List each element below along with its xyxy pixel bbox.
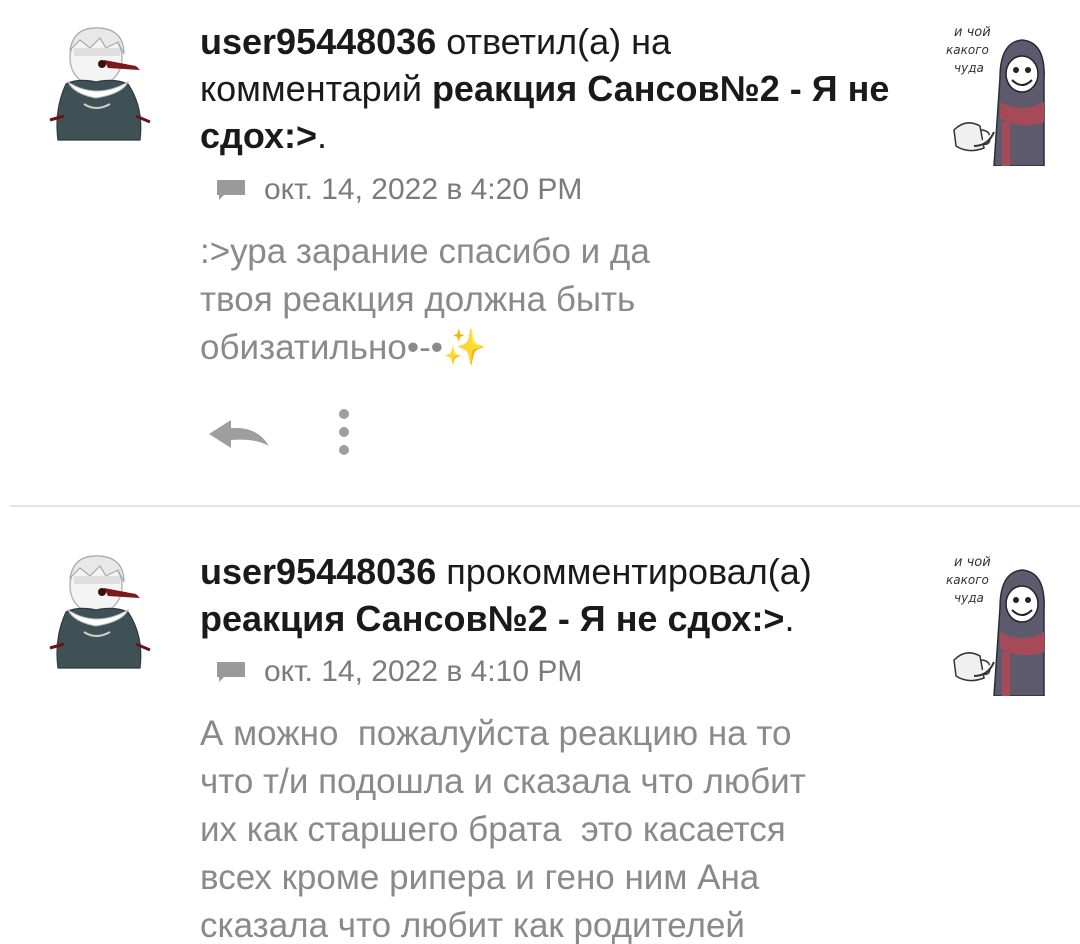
- notification-headline: user95448036 прокомментировал(а) реакция…: [200, 548, 900, 642]
- notification-item[interactable]: user95448036 ответил(а) на комментарий р…: [0, 0, 1080, 505]
- notifications-page: user95448036 ответил(а) на комментарий р…: [0, 0, 1080, 944]
- notification-meta: окт. 14, 2022 в 4:20 PM: [216, 172, 582, 208]
- sparkles-emoji: ✨: [443, 328, 487, 367]
- user-avatar[interactable]: [44, 20, 156, 150]
- thumbnail-caption-line2: какого: [946, 43, 989, 57]
- thumbnail-caption-line1: и чой: [954, 25, 991, 40]
- thumbnail-caption-line3: чуда: [954, 591, 984, 605]
- comment-icon: [217, 662, 245, 682]
- post-thumbnail[interactable]: и чой какого чуда: [944, 548, 1050, 696]
- thumbnail-caption-line1: и чой: [954, 555, 991, 570]
- username-link[interactable]: user95448036: [200, 551, 436, 592]
- username-link[interactable]: user95448036: [200, 21, 436, 62]
- trailing-punct: .: [317, 115, 328, 156]
- comment-text: :>ура зарание спасибо и да твоя реакция …: [200, 228, 920, 372]
- comment-icon: [217, 180, 245, 200]
- thumbnail-caption-line3: чуда: [954, 61, 984, 75]
- user-avatar[interactable]: [44, 548, 156, 678]
- comment-actions: [205, 404, 365, 460]
- comment-text: А можно пожалуйста реакцию на то что т/и…: [200, 714, 806, 944]
- notification-headline: user95448036 ответил(а) на комментарий р…: [200, 18, 900, 159]
- timestamp: окт. 14, 2022 в 4:10 PM: [264, 655, 583, 688]
- timestamp: окт. 14, 2022 в 4:20 PM: [264, 173, 583, 206]
- comment-text-body: :>ура зарание спасибо и да твоя реакция …: [200, 232, 650, 367]
- notification-item[interactable]: user95448036 прокомментировал(а) реакция…: [0, 506, 1080, 944]
- action-text: прокомментировал(а): [436, 551, 812, 592]
- reply-icon[interactable]: [205, 414, 275, 454]
- post-title-link[interactable]: реакция Сансов№2 - Я не сдох:>: [200, 598, 784, 639]
- more-options-icon[interactable]: [333, 406, 355, 458]
- notification-meta: окт. 14, 2022 в 4:10 PM: [216, 654, 582, 690]
- thumbnail-caption-line2: какого: [946, 573, 989, 587]
- post-thumbnail[interactable]: и чой какого чуда: [944, 18, 1050, 166]
- trailing-punct: .: [784, 598, 795, 639]
